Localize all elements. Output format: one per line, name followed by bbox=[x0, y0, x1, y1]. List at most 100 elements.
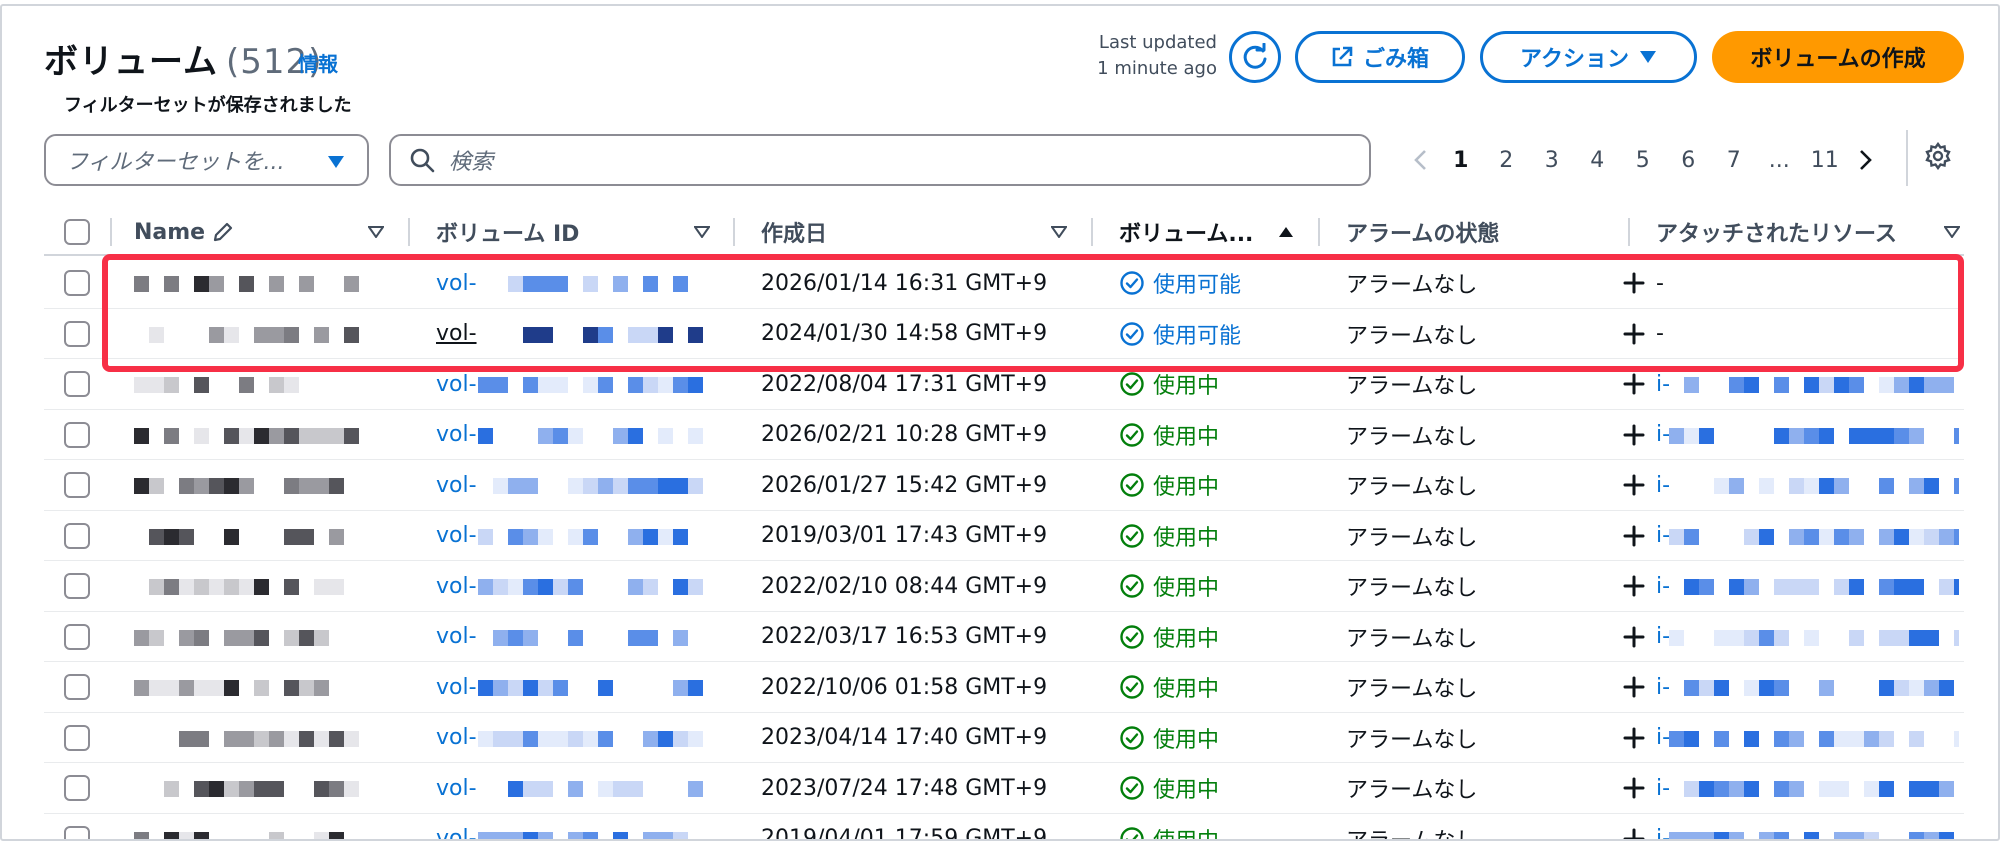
add-alarm-button[interactable] bbox=[1623, 359, 1645, 409]
alarm-state: アラームなし bbox=[1346, 727, 1478, 753]
caret-down-icon[interactable] bbox=[368, 226, 384, 238]
table-row[interactable]: vol- 2024/01/30 14:58 GMT+9 使用可能 アラームなし - bbox=[44, 309, 1964, 359]
create-volume-button[interactable]: ボリュームの作成 bbox=[1712, 31, 1964, 83]
created-date: 2019/04/01 17:59 GMT+9 bbox=[761, 826, 1048, 841]
volume-id-link[interactable]: vol- bbox=[436, 662, 477, 712]
caret-down-icon[interactable] bbox=[1944, 226, 1960, 238]
attached-resource[interactable]: i- bbox=[1656, 561, 1670, 611]
column-header-attached-resources[interactable]: アタッチされたリソース bbox=[1656, 210, 1897, 254]
page-7[interactable]: 7 bbox=[1711, 148, 1757, 173]
row-checkbox[interactable] bbox=[64, 662, 90, 712]
column-header-alarm-state[interactable]: アラームの状態 bbox=[1346, 210, 1499, 254]
attached-resource[interactable]: i- bbox=[1656, 612, 1670, 662]
add-alarm-button[interactable] bbox=[1623, 814, 1645, 839]
row-checkbox[interactable] bbox=[64, 309, 90, 359]
previous-page-button[interactable] bbox=[1402, 149, 1438, 171]
search-input[interactable]: 検索 bbox=[389, 134, 1371, 186]
page-4[interactable]: 4 bbox=[1575, 148, 1621, 173]
row-checkbox[interactable] bbox=[64, 258, 90, 308]
column-header-volume-state[interactable]: ボリューム... bbox=[1119, 210, 1253, 254]
redacted-block bbox=[478, 763, 703, 813]
attached-resource[interactable]: i- bbox=[1656, 410, 1670, 460]
actions-dropdown-button[interactable]: アクション bbox=[1480, 31, 1697, 83]
add-alarm-button[interactable] bbox=[1623, 763, 1645, 813]
table-row[interactable]: vol- 2022/02/10 08:44 GMT+9 使用中 アラームなし i- bbox=[44, 561, 1969, 612]
volume-id-link[interactable]: vol- bbox=[436, 713, 477, 763]
table-row[interactable]: vol- 2026/01/27 15:42 GMT+9 使用中 アラームなし i- bbox=[44, 460, 1969, 511]
volume-status: 使用中 bbox=[1119, 612, 1219, 662]
redacted-block bbox=[478, 309, 703, 359]
add-alarm-button[interactable] bbox=[1623, 511, 1645, 561]
redacted-block bbox=[1669, 763, 1959, 813]
volume-id-link[interactable]: vol- bbox=[436, 763, 477, 813]
caret-down-icon[interactable] bbox=[694, 226, 710, 238]
add-alarm-button[interactable] bbox=[1623, 662, 1645, 712]
add-alarm-button[interactable] bbox=[1623, 460, 1645, 510]
volume-id-link[interactable]: vol- bbox=[436, 561, 477, 611]
page-2[interactable]: 2 bbox=[1484, 148, 1530, 173]
recycle-bin-button[interactable]: ごみ箱 bbox=[1295, 31, 1465, 83]
attached-resource[interactable]: i- bbox=[1656, 511, 1670, 561]
table-row[interactable]: vol- 2022/08/04 17:31 GMT+9 使用中 アラームなし i- bbox=[44, 359, 1964, 410]
attached-resource[interactable]: i- bbox=[1656, 763, 1670, 813]
attached-resource[interactable]: i- bbox=[1656, 662, 1670, 712]
add-alarm-button[interactable] bbox=[1623, 258, 1645, 308]
add-alarm-button[interactable] bbox=[1623, 612, 1645, 662]
column-header-created[interactable]: 作成日 bbox=[761, 210, 827, 254]
caret-up-icon[interactable] bbox=[1278, 226, 1294, 238]
table-row[interactable]: vol- 2019/04/01 17:59 GMT+9 使用中 アラームなし i- bbox=[44, 814, 1964, 841]
table-row[interactable]: vol- 2023/07/24 17:48 GMT+9 使用中 アラームなし i- bbox=[44, 763, 1964, 814]
volume-id-link[interactable]: vol- bbox=[436, 814, 477, 839]
table-row[interactable]: vol- 2019/03/01 17:43 GMT+9 使用中 アラームなし i- bbox=[44, 511, 1969, 561]
table-row[interactable]: vol- 2023/04/14 17:40 GMT+9 使用中 アラームなし i- bbox=[44, 713, 1969, 763]
add-alarm-button[interactable] bbox=[1623, 713, 1645, 763]
attached-resource[interactable]: i- bbox=[1656, 814, 1670, 839]
redacted-block bbox=[1669, 511, 1969, 561]
caret-down-icon[interactable] bbox=[1051, 226, 1067, 238]
next-page-button[interactable] bbox=[1848, 149, 1884, 171]
add-alarm-button[interactable] bbox=[1623, 309, 1645, 359]
table-row[interactable]: vol- 2022/03/17 16:53 GMT+9 使用中 アラームなし i- bbox=[44, 612, 1969, 662]
volume-id-link[interactable]: vol- bbox=[436, 460, 477, 510]
row-checkbox[interactable] bbox=[64, 511, 90, 561]
column-header-volume-id[interactable]: ボリューム ID bbox=[436, 210, 579, 254]
attached-resource[interactable]: i- bbox=[1656, 460, 1670, 510]
status-check-icon bbox=[1120, 826, 1144, 839]
table-row[interactable]: vol- 2026/02/21 10:28 GMT+9 使用中 アラームなし i- bbox=[44, 410, 1969, 460]
row-checkbox[interactable] bbox=[64, 612, 90, 662]
attached-resource[interactable]: i- bbox=[1656, 359, 1670, 409]
column-header-name[interactable]: Name bbox=[134, 210, 235, 254]
volume-id-link[interactable]: vol- bbox=[436, 359, 477, 409]
row-checkbox[interactable] bbox=[64, 460, 90, 510]
table-row[interactable]: vol- 2026/01/14 16:31 GMT+9 使用可能 アラームなし - bbox=[44, 258, 1964, 309]
alarm-state: アラームなし bbox=[1346, 828, 1478, 841]
volume-id-link[interactable]: vol- bbox=[436, 258, 477, 308]
page-1[interactable]: 1 bbox=[1438, 148, 1484, 173]
row-checkbox[interactable] bbox=[64, 763, 90, 813]
row-checkbox[interactable] bbox=[64, 713, 90, 763]
page-6[interactable]: 6 bbox=[1666, 148, 1712, 173]
volume-id-link[interactable]: vol- bbox=[436, 309, 477, 359]
volume-id-link[interactable]: vol- bbox=[436, 410, 477, 460]
volume-id-link[interactable]: vol- bbox=[436, 511, 477, 561]
row-checkbox[interactable] bbox=[64, 410, 90, 460]
page-11[interactable]: 11 bbox=[1802, 148, 1848, 173]
status-check-icon bbox=[1120, 725, 1144, 750]
page-3[interactable]: 3 bbox=[1529, 148, 1575, 173]
row-checkbox[interactable] bbox=[64, 561, 90, 611]
filter-set-select[interactable]: フィルターセットを... bbox=[44, 134, 369, 186]
info-link[interactable]: 情報 bbox=[298, 48, 338, 77]
row-checkbox[interactable] bbox=[64, 359, 90, 409]
preferences-button[interactable] bbox=[1924, 141, 1952, 174]
table-row[interactable]: vol- 2022/10/06 01:58 GMT+9 使用中 アラームなし i- bbox=[44, 662, 1964, 713]
attached-resource[interactable]: i- bbox=[1656, 713, 1670, 763]
refresh-icon bbox=[1243, 43, 1267, 69]
page-5[interactable]: 5 bbox=[1620, 148, 1666, 173]
add-alarm-button[interactable] bbox=[1623, 410, 1645, 460]
add-alarm-button[interactable] bbox=[1623, 561, 1645, 611]
row-checkbox[interactable] bbox=[64, 814, 90, 839]
volume-id-link[interactable]: vol- bbox=[436, 612, 477, 662]
refresh-button[interactable] bbox=[1229, 31, 1281, 83]
select-all-checkbox[interactable] bbox=[64, 210, 90, 254]
chevron-right-icon bbox=[1859, 150, 1872, 170]
